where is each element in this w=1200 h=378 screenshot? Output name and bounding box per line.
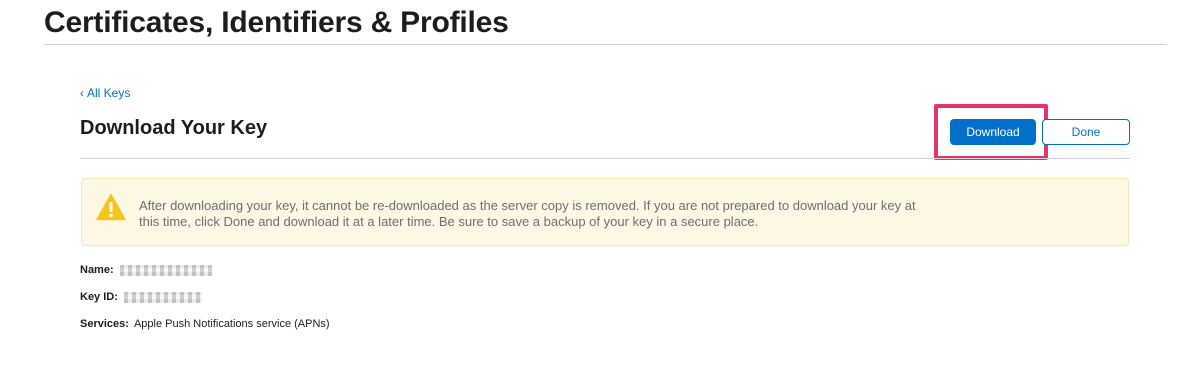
all-keys-label: All Keys <box>87 86 131 100</box>
services-value: Apple Push Notifications service (APNs) <box>133 318 330 330</box>
section-title: Download Your Key <box>80 117 268 139</box>
warning-icon <box>96 193 126 221</box>
key-name-row: Name: <box>80 264 212 276</box>
section-divider <box>80 158 1130 159</box>
page-title: Certificates, Identifiers & Profiles <box>44 6 509 39</box>
key-id-row: Key ID: <box>80 291 202 303</box>
title-divider <box>44 44 1167 45</box>
key-name-value-redacted <box>119 264 212 276</box>
key-id-label: Key ID: <box>80 291 118 303</box>
chevron-left-icon: ‹ <box>80 86 84 100</box>
services-label: Services: <box>80 318 129 330</box>
all-keys-link[interactable]: ‹ All Keys <box>80 86 130 100</box>
key-name-label: Name: <box>80 264 114 276</box>
key-id-value-redacted <box>123 291 202 303</box>
warning-message: After downloading your key, it cannot be… <box>139 198 916 229</box>
warning-alert: After downloading your key, it cannot be… <box>81 178 1129 246</box>
done-button[interactable]: Done <box>1042 119 1130 145</box>
download-button[interactable]: Download <box>950 119 1036 145</box>
page: Certificates, Identifiers & Profiles ‹ Al… <box>0 0 1200 378</box>
services-row: Services: Apple Push Notifications servi… <box>80 318 330 330</box>
